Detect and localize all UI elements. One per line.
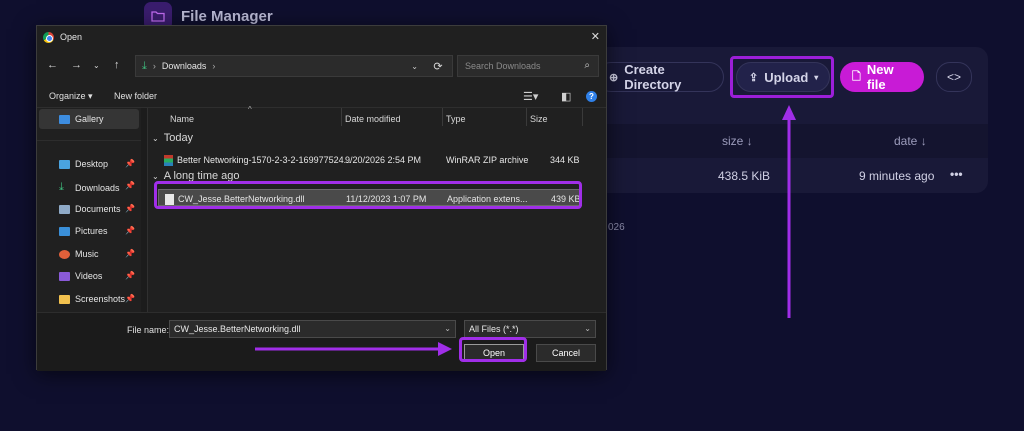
new-file-button[interactable]: 🗋 New file (840, 62, 924, 92)
address-bar[interactable]: ⤓ › Downloads › ⌄ (135, 55, 453, 77)
gallery-icon (59, 114, 70, 124)
folder-icon (151, 11, 165, 22)
navigation-pane: Gallery Desktop 📌 ⤓ Downloads 📌 Document… (37, 108, 142, 312)
chevron-down-icon: ⌄ (152, 171, 159, 181)
search-icon: ⌕ (584, 60, 590, 71)
file-plus-icon: 🗋 (852, 70, 861, 83)
refresh-icon[interactable]: ⟳ (425, 55, 451, 77)
search-input[interactable]: Search Downloads ⌕ (457, 55, 599, 77)
folder-plus-icon: ⊕ (609, 71, 619, 84)
group-header-today[interactable]: ⌄ Today (152, 132, 193, 144)
search-placeholder: Search Downloads (465, 61, 541, 71)
file-name: Better Networking-1570-2-3-2-169977524..… (177, 155, 352, 165)
address-dropdown-icon[interactable]: ⌄ (411, 62, 418, 71)
footer-text: 026 (608, 222, 625, 233)
sidebar-item-gallery[interactable]: Gallery (59, 114, 104, 124)
breadcrumb-downloads[interactable]: Downloads (162, 61, 207, 71)
open-button-highlight-annotation (459, 337, 527, 362)
file-size: 438.5 KiB (718, 169, 771, 183)
music-icon (59, 249, 70, 259)
file-type-select[interactable]: All Files (*.*) ⌄ (464, 320, 596, 338)
desktop-icon (59, 159, 70, 169)
sidebar-divider (37, 140, 141, 141)
navigation-bar: ← → ⌄ ↑ ⤓ › Downloads › ⌄ ⟳ Search Downl… (37, 52, 606, 80)
file-row-highlight-annotation (154, 181, 582, 209)
breadcrumb-separator: › (212, 61, 216, 71)
file-date: 9/20/2026 2:54 PM (345, 155, 422, 165)
dialog-titlebar: Open ✕ (37, 26, 606, 48)
chevron-down-icon: ⌄ (584, 324, 591, 333)
dialog-title: Open (60, 32, 83, 42)
pin-icon[interactable]: 📌 (125, 181, 135, 190)
app-title: File Manager (181, 8, 273, 25)
row-menu-button[interactable]: ••• (950, 167, 963, 181)
back-icon[interactable]: ← (47, 59, 58, 71)
chrome-icon (43, 31, 54, 43)
file-list: ^ Name Date modified Type Size ⌄ Today B… (148, 105, 607, 312)
organize-button[interactable]: Organize ▾ (49, 91, 93, 102)
column-divider (582, 108, 583, 126)
code-view-button[interactable]: <> (936, 62, 972, 92)
videos-icon (59, 271, 70, 281)
pin-icon[interactable]: 📌 (125, 271, 135, 280)
close-icon[interactable]: ✕ (591, 30, 600, 43)
help-icon[interactable]: ? (586, 91, 597, 102)
folder-icon (59, 294, 70, 304)
breadcrumb-separator: › (152, 61, 156, 71)
sidebar-item-desktop[interactable]: Desktop (59, 159, 108, 169)
pin-icon[interactable]: 📌 (125, 204, 135, 213)
recent-locations-icon[interactable]: ⌄ (93, 61, 100, 70)
create-directory-button[interactable]: ⊕ Create Directory (596, 62, 724, 92)
pictures-icon (59, 226, 70, 236)
type-column-header[interactable]: Type (446, 114, 466, 124)
view-options-icon[interactable]: ☰▾ (523, 90, 538, 103)
file-row[interactable]: Better Networking-1570-2-3-2-169977524..… (158, 151, 582, 168)
size-column-header[interactable]: Size (530, 114, 548, 124)
file-size: 344 KB (550, 155, 580, 165)
file-type: WinRAR ZIP archive (446, 155, 529, 165)
dialog-toolbar: Organize ▾ New folder ☰▾ ◧ ? (37, 86, 606, 108)
date-modified-column-header[interactable]: Date modified (345, 114, 401, 124)
pin-icon[interactable]: 📌 (125, 249, 135, 258)
size-column-header[interactable]: size ↓ (722, 134, 753, 148)
column-divider (442, 108, 443, 126)
up-icon[interactable]: ↑ (114, 59, 120, 71)
downloads-icon: ⤓ (59, 181, 64, 193)
upload-highlight-annotation (730, 56, 834, 98)
forward-icon[interactable]: → (71, 59, 82, 71)
sidebar-item-videos[interactable]: Videos (59, 271, 102, 281)
file-date: 9 minutes ago (859, 169, 935, 183)
documents-icon (59, 204, 70, 214)
chevron-down-icon[interactable]: ⌄ (444, 324, 451, 333)
sidebar-item-music[interactable]: Music (59, 249, 99, 259)
name-column-header[interactable]: Name (170, 114, 194, 124)
file-name-label: File name: (127, 325, 170, 335)
download-icon: ⤓ (142, 59, 147, 72)
sort-ascending-icon: ^ (248, 105, 252, 114)
pin-icon[interactable]: 📌 (125, 226, 135, 235)
sidebar-item-downloads[interactable]: ⤓ Downloads (59, 181, 120, 194)
sidebar-item-pictures[interactable]: Pictures (59, 226, 108, 236)
preview-pane-icon[interactable]: ◧ (561, 90, 571, 103)
new-folder-button[interactable]: New folder (114, 91, 157, 101)
column-divider (526, 108, 527, 126)
date-column-header[interactable]: date ↓ (894, 134, 927, 148)
file-name-input[interactable]: CW_Jesse.BetterNetworking.dll ⌄ (169, 320, 456, 338)
chevron-down-icon: ⌄ (152, 133, 159, 143)
column-divider (341, 108, 342, 126)
sidebar-item-screenshots[interactable]: Screenshots (59, 294, 125, 304)
cancel-button[interactable]: Cancel (536, 344, 596, 362)
pin-icon[interactable]: 📌 (125, 159, 135, 168)
sidebar-item-documents[interactable]: Documents (59, 204, 121, 214)
zip-archive-icon (164, 155, 173, 166)
pin-icon[interactable]: 📌 (125, 294, 135, 303)
